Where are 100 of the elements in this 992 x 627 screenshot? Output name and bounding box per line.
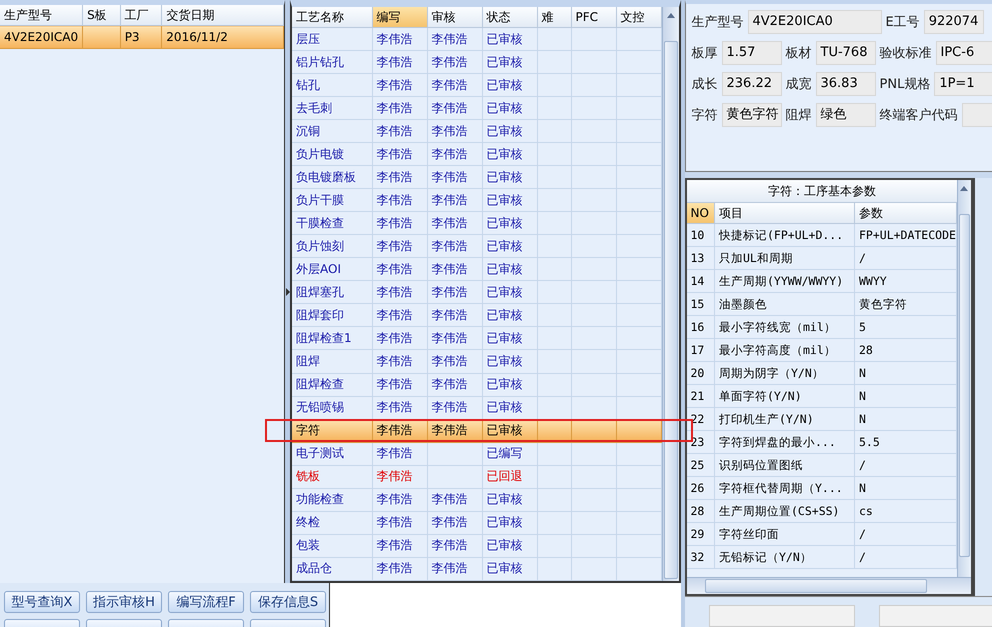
- table-cell[interactable]: 李伟浩: [372, 142, 427, 166]
- table-cell[interactable]: 李伟浩: [427, 188, 482, 212]
- table-cell[interactable]: 李伟浩: [372, 373, 427, 396]
- table-cell[interactable]: 铝片钻孔: [292, 50, 372, 74]
- column-header[interactable]: 交货日期: [162, 5, 284, 26]
- text-area[interactable]: [708, 605, 854, 627]
- table-cell[interactable]: 李伟浩: [427, 212, 482, 235]
- table-cell[interactable]: 阻焊塞孔: [292, 280, 372, 304]
- table-cell[interactable]: 外层AOI: [292, 258, 372, 281]
- table-cell[interactable]: 已审核: [482, 350, 537, 373]
- table-cell[interactable]: 已审核: [482, 280, 537, 304]
- table-cell[interactable]: 李伟浩: [427, 120, 482, 143]
- table-cell[interactable]: 已审核: [482, 74, 537, 97]
- column-header[interactable]: S板: [82, 5, 120, 26]
- table-cell[interactable]: 李伟浩: [372, 212, 427, 235]
- vertical-scrollbar[interactable]: [662, 7, 678, 581]
- table-cell[interactable]: 负电镀磨板: [292, 166, 372, 189]
- input-field[interactable]: 36.83: [816, 72, 876, 96]
- table-cell[interactable]: 已审核: [482, 488, 537, 512]
- input-field[interactable]: 1.57: [722, 41, 782, 65]
- column-header[interactable]: 项目: [714, 203, 854, 224]
- toolbar-button[interactable]: 保存信息S: [250, 591, 326, 613]
- table-cell[interactable]: 已审核: [482, 50, 537, 74]
- table-cell[interactable]: 已审核: [482, 326, 537, 350]
- table-cell[interactable]: 钻孔: [292, 74, 372, 97]
- table-cell[interactable]: 已审核: [482, 557, 537, 580]
- table-cell[interactable]: 已审核: [482, 96, 537, 120]
- table-cell[interactable]: 阻焊套印: [292, 304, 372, 327]
- table-cell[interactable]: 李伟浩: [427, 350, 482, 373]
- table-cell[interactable]: 已审核: [482, 120, 537, 143]
- table-cell[interactable]: 已审核: [482, 396, 537, 420]
- table-cell[interactable]: 功能检查: [292, 488, 372, 512]
- table-cell[interactable]: 已审核: [482, 188, 537, 212]
- table-cell[interactable]: 李伟浩: [427, 96, 482, 120]
- table-cell[interactable]: 电子测试: [292, 442, 372, 466]
- table-cell[interactable]: 李伟浩: [427, 50, 482, 74]
- column-header[interactable]: 状态: [482, 7, 537, 28]
- table-cell[interactable]: 李伟浩: [372, 442, 427, 466]
- table-cell[interactable]: 阻焊: [292, 350, 372, 373]
- table-cell[interactable]: 成品仓: [292, 557, 372, 580]
- input-field[interactable]: 绿色: [816, 103, 876, 127]
- table-cell[interactable]: 已审核: [482, 212, 537, 235]
- table-cell[interactable]: 李伟浩: [427, 258, 482, 281]
- table-cell[interactable]: 李伟浩: [427, 373, 482, 396]
- input-field[interactable]: 1P=1: [934, 72, 992, 96]
- table-cell[interactable]: 李伟浩: [427, 326, 482, 350]
- table-cell[interactable]: 李伟浩: [372, 234, 427, 258]
- column-header[interactable]: PFC: [571, 7, 616, 28]
- scroll-up-icon[interactable]: [666, 12, 674, 18]
- table-cell[interactable]: 李伟浩: [372, 74, 427, 97]
- table-cell[interactable]: 负片蚀刻: [292, 234, 372, 258]
- table-cell[interactable]: 已审核: [482, 373, 537, 396]
- input-field[interactable]: 黄色字符: [722, 103, 782, 127]
- table-cell[interactable]: 李伟浩: [372, 534, 427, 558]
- toolbar-button[interactable]: 编写流程F: [168, 591, 244, 613]
- table-cell[interactable]: 李伟浩: [427, 304, 482, 327]
- table-cell[interactable]: 李伟浩: [372, 28, 427, 51]
- column-header[interactable]: 生产型号: [0, 5, 83, 26]
- table-cell[interactable]: [82, 26, 120, 48]
- table-cell[interactable]: 铣板: [292, 465, 372, 488]
- table-cell[interactable]: 李伟浩: [427, 74, 482, 97]
- table-cell[interactable]: 李伟浩: [427, 166, 482, 189]
- table-cell[interactable]: 去毛刺: [292, 96, 372, 120]
- column-header[interactable]: 文控: [616, 7, 661, 28]
- table-cell[interactable]: 李伟浩: [372, 188, 427, 212]
- table-cell[interactable]: 已审核: [482, 234, 537, 258]
- table-cell[interactable]: 李伟浩: [427, 142, 482, 166]
- table-cell[interactable]: 李伟浩: [427, 488, 482, 512]
- table-cell[interactable]: 李伟浩: [372, 280, 427, 304]
- input-field[interactable]: TU-768: [816, 41, 876, 65]
- toolbar-button[interactable]: 指示审核H: [86, 591, 162, 613]
- table-cell[interactable]: 李伟浩: [427, 234, 482, 258]
- table-cell[interactable]: 已审核: [482, 142, 537, 166]
- text-area[interactable]: [878, 605, 992, 627]
- column-header[interactable]: 工艺名称: [292, 7, 372, 28]
- table-cell[interactable]: 李伟浩: [372, 120, 427, 143]
- table-cell[interactable]: 负片电镀: [292, 142, 372, 166]
- input-field[interactable]: 236.22: [722, 72, 782, 96]
- table-cell[interactable]: 无铅喷锡: [292, 396, 372, 420]
- table-cell[interactable]: 李伟浩: [372, 326, 427, 350]
- table-cell[interactable]: 已审核: [482, 534, 537, 558]
- table-cell[interactable]: 干膜检查: [292, 212, 372, 235]
- table-cell[interactable]: 李伟浩: [372, 511, 427, 534]
- table-cell[interactable]: 李伟浩: [372, 350, 427, 373]
- table-cell[interactable]: 阻焊检查1: [292, 326, 372, 350]
- table-cell[interactable]: 李伟浩: [372, 50, 427, 74]
- scroll-up-icon[interactable]: [960, 186, 968, 190]
- input-field[interactable]: IPC-6: [936, 41, 992, 65]
- table-cell[interactable]: 已回退: [482, 465, 537, 488]
- input-field[interactable]: 922074: [924, 10, 984, 34]
- column-header[interactable]: 工厂: [120, 5, 162, 26]
- table-cell[interactable]: 李伟浩: [372, 557, 427, 580]
- table-cell[interactable]: 李伟浩: [372, 304, 427, 327]
- column-header[interactable]: 难: [537, 7, 571, 28]
- table-cell[interactable]: 阻焊检查: [292, 373, 372, 396]
- table-cell[interactable]: 李伟浩: [372, 166, 427, 189]
- toolbar-button[interactable]: 型号查询X: [4, 591, 80, 613]
- table-cell[interactable]: 李伟浩: [372, 465, 427, 488]
- table-cell[interactable]: 李伟浩: [427, 280, 482, 304]
- table-cell[interactable]: 李伟浩: [372, 396, 427, 420]
